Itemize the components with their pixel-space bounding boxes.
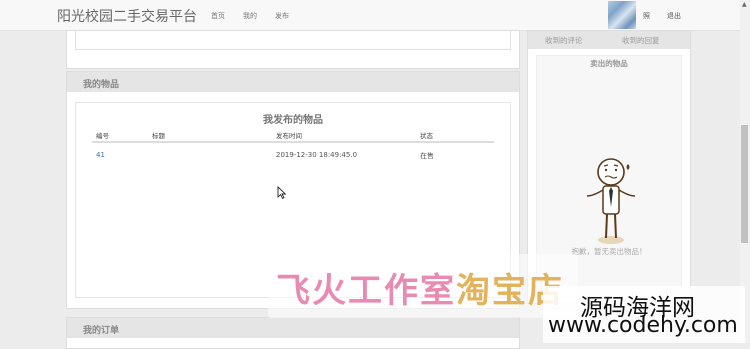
studio-watermark-pink: 飞火工作室 xyxy=(276,271,456,311)
sidebar-tabs: 收到的评论 收到的回复 xyxy=(528,31,690,49)
studio-watermark: 飞火工作室淘宝店 xyxy=(276,263,564,312)
sold-goods-title: 卖出的物品 xyxy=(590,59,628,68)
brand-title[interactable]: 阳光校园二手交易平台 xyxy=(57,6,197,26)
column-header-status: 状态 xyxy=(420,132,433,140)
scrollbar-thumb[interactable] xyxy=(741,125,748,243)
my-goods-header: 我的物品 xyxy=(67,72,519,92)
my-orders-panel: 我的订单 xyxy=(66,317,520,349)
goods-status-cell: 在售 xyxy=(420,152,434,160)
previous-panel xyxy=(66,30,520,69)
user-name[interactable]: 照 xyxy=(643,11,650,21)
nav-mine-link[interactable]: 我的 xyxy=(243,11,257,21)
column-header-title: 标题 xyxy=(152,132,165,140)
top-navbar: 阳光校园二手交易平台 首页 我的 发布 照 退出 xyxy=(0,0,740,31)
tab-received-replies[interactable]: 收到的回复 xyxy=(622,35,660,46)
tab-received-comments[interactable]: 收到的评论 xyxy=(545,35,583,46)
previous-panel-box xyxy=(75,31,511,50)
nav-publish-link[interactable]: 发布 xyxy=(275,11,289,21)
sorry-character-icon xyxy=(586,158,636,244)
table-header-divider xyxy=(92,141,494,143)
my-orders-title: 我的订单 xyxy=(83,326,120,336)
published-goods-title: 我发布的物品 xyxy=(263,115,323,126)
site-watermark-url: www.codehy.com xyxy=(548,313,738,338)
nav-home-link[interactable]: 首页 xyxy=(211,11,225,21)
column-header-id: 编号 xyxy=(96,132,109,140)
goods-time-cell: 2019-12-30 18:49:45.0 xyxy=(276,151,358,159)
goods-id-link[interactable]: 41 xyxy=(96,151,105,159)
avatar[interactable] xyxy=(608,1,636,29)
logout-link[interactable]: 退出 xyxy=(667,11,681,21)
mouse-cursor-icon xyxy=(277,186,286,199)
my-orders-header: 我的订单 xyxy=(67,318,519,338)
column-header-time: 发布时间 xyxy=(276,132,302,140)
scroll-up-arrow-icon[interactable]: ▲ xyxy=(742,1,747,8)
my-goods-title: 我的物品 xyxy=(83,80,120,90)
